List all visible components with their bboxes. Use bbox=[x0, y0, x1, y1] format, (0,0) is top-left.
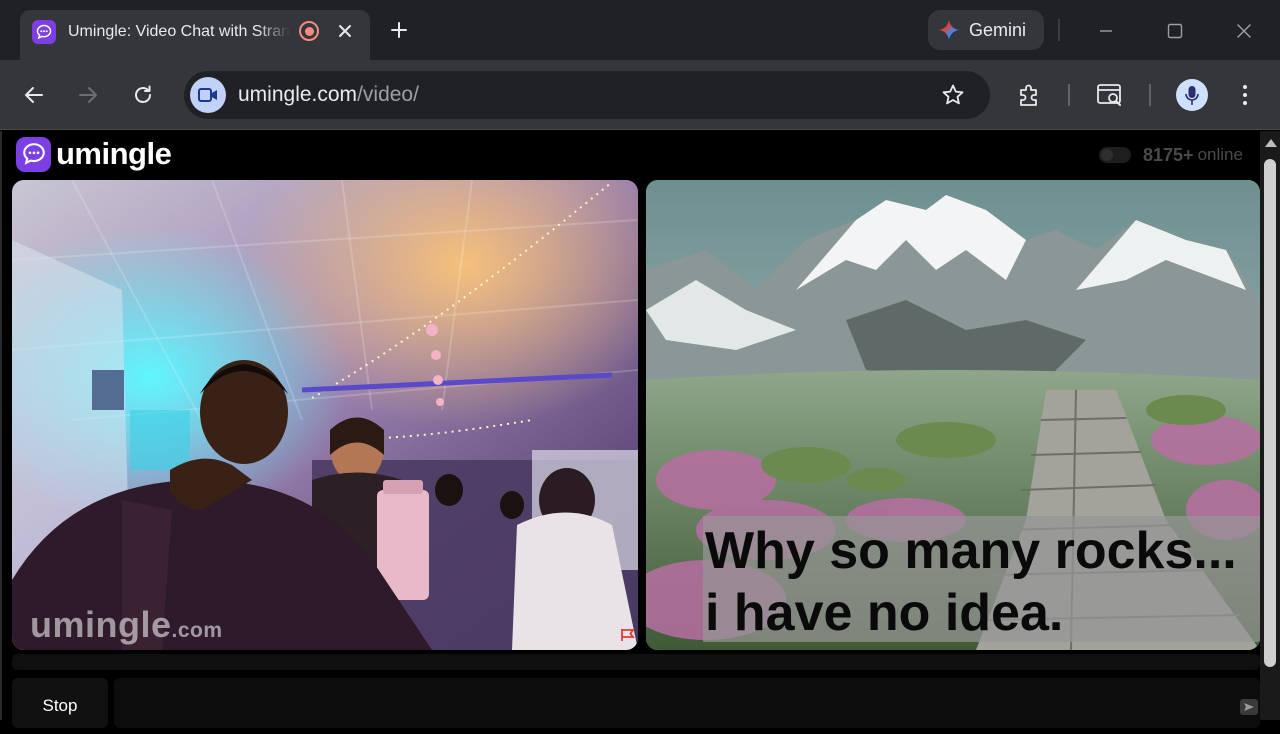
scroll-up-arrow-icon[interactable] bbox=[1265, 139, 1277, 147]
online-label: online bbox=[1197, 145, 1243, 164]
online-count: 8175+ bbox=[1143, 144, 1194, 165]
reload-icon[interactable] bbox=[128, 80, 158, 110]
bookmark-star-icon[interactable] bbox=[939, 81, 967, 109]
stranger-video: umingle.com bbox=[12, 180, 638, 650]
url-text[interactable]: umingle.com/video/ bbox=[238, 83, 419, 107]
url-path: /video/ bbox=[357, 83, 419, 106]
video-caption: Why so many rocks... i have no idea. bbox=[705, 520, 1260, 644]
send-icon[interactable] bbox=[1240, 699, 1258, 715]
stranger-video-frame bbox=[12, 180, 638, 650]
forward-arrow-icon[interactable] bbox=[73, 80, 103, 110]
close-window-icon[interactable] bbox=[1229, 16, 1259, 46]
recording-indicator-icon bbox=[299, 21, 319, 41]
tab-title: Umingle: Video Chat with Strangers bbox=[68, 23, 290, 40]
video-watermark: umingle.com bbox=[30, 604, 223, 646]
page-content: umingle 8175+ online umingle.com Why so … bbox=[0, 131, 1280, 728]
scroll-thumb[interactable] bbox=[1264, 159, 1276, 667]
logo-text: umingle bbox=[56, 136, 172, 171]
chat-message-input[interactable] bbox=[114, 678, 1260, 728]
back-arrow-icon[interactable] bbox=[19, 80, 49, 110]
chat-bubble-icon bbox=[32, 20, 56, 44]
camera-in-use-icon[interactable] bbox=[190, 77, 226, 113]
gemini-button[interactable]: Gemini bbox=[928, 10, 1044, 50]
gemini-sparkle-icon bbox=[939, 20, 959, 40]
browser-tab[interactable]: Umingle: Video Chat with Strangers bbox=[20, 10, 370, 60]
gemini-label: Gemini bbox=[969, 20, 1027, 40]
profile-avatar[interactable] bbox=[1176, 79, 1208, 111]
report-flag-icon[interactable] bbox=[620, 628, 636, 642]
caption-line-2: i have no idea. bbox=[705, 584, 1064, 642]
watermark-domain: .com bbox=[171, 619, 223, 642]
tab-search-icon[interactable] bbox=[1095, 80, 1125, 110]
online-toggle[interactable] bbox=[1099, 147, 1131, 163]
maximize-icon[interactable] bbox=[1160, 16, 1190, 46]
browser-toolbar: umingle.com/video/ bbox=[0, 60, 1280, 130]
toolbar-divider bbox=[1068, 84, 1070, 106]
new-tab-plus-icon[interactable] bbox=[386, 17, 412, 43]
extensions-puzzle-icon[interactable] bbox=[1015, 80, 1045, 110]
toolbar-divider bbox=[1149, 84, 1151, 106]
minimize-icon[interactable] bbox=[1091, 16, 1121, 46]
page-scrollbar[interactable] bbox=[1260, 131, 1280, 720]
online-counter: 8175+ online bbox=[1099, 144, 1243, 166]
logo-chat-bubble-icon bbox=[16, 136, 51, 172]
watermark-brand: umingle bbox=[30, 604, 172, 645]
close-tab-icon[interactable] bbox=[332, 18, 358, 44]
url-host: umingle.com bbox=[238, 83, 358, 106]
browser-tab-strip: Umingle: Video Chat with Strangers Gemin… bbox=[0, 0, 1280, 60]
tabstrip-divider bbox=[1058, 19, 1060, 41]
address-bar[interactable]: umingle.com/video/ bbox=[184, 71, 990, 119]
caption-line-1: Why so many rocks... bbox=[705, 522, 1237, 580]
more-menu-icon[interactable] bbox=[1230, 80, 1260, 110]
site-logo[interactable]: umingle bbox=[16, 136, 172, 172]
status-bar bbox=[12, 654, 1260, 670]
self-video: Why so many rocks... i have no idea. bbox=[646, 180, 1260, 650]
stop-button[interactable]: Stop bbox=[12, 678, 108, 728]
